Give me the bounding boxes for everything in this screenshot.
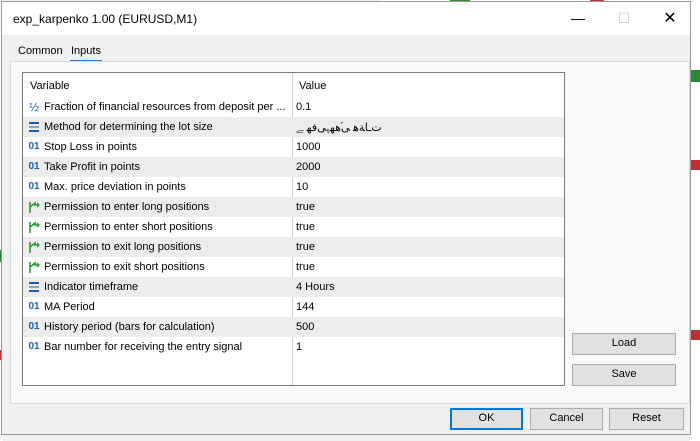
row-variable-name: Indicator timeframe [44, 281, 139, 293]
save-button[interactable]: Save [572, 364, 676, 386]
integer-icon: 01 [28, 321, 40, 332]
inputs-grid: Variable Value ½ Fraction of financial re… [22, 72, 565, 386]
row-variable-name: Bar number for receiving the entry signa… [44, 341, 243, 353]
tab-common[interactable]: Common [18, 45, 63, 57]
row-value[interactable]: 4 Hours [296, 281, 335, 293]
table-row[interactable]: 01 Bar number for receiving the entry sig… [23, 337, 564, 357]
enum-icon [27, 280, 41, 294]
table-row[interactable]: Permission to enter short positions true [23, 217, 564, 237]
row-variable-name: Stop Loss in points [44, 141, 137, 153]
table-row[interactable]: 01 Stop Loss in points 1000 [23, 137, 564, 157]
enum-icon [27, 120, 41, 134]
tab-inputs[interactable]: Inputs [70, 45, 102, 62]
row-variable-name: Fraction of financial resources from dep… [44, 101, 286, 113]
row-value[interactable]: 1 [296, 341, 302, 353]
row-variable-name: Permission to enter short positions [44, 221, 213, 233]
column-header-variable[interactable]: Variable [30, 80, 70, 92]
table-row[interactable]: Indicator timeframe 4 Hours [23, 277, 564, 297]
row-variable-name: History period (bars for calculation) [44, 321, 215, 333]
table-row[interactable]: 01 History period (bars for calculation) 5… [23, 317, 564, 337]
row-value[interactable]: 500 [296, 321, 314, 333]
table-row[interactable]: 01 Max. price deviation in points 10 [23, 177, 564, 197]
row-variable-name: Permission to enter long positions [44, 201, 210, 213]
table-row[interactable]: 01 Take Profit in points 2000 [23, 157, 564, 177]
row-value[interactable]: true [296, 241, 315, 253]
row-value[interactable]: 0.1 [296, 101, 311, 113]
row-value[interactable]: 1000 [296, 141, 320, 153]
row-value[interactable]: true [296, 201, 315, 213]
minimize-button[interactable]: — [555, 2, 601, 35]
title-bar[interactable]: exp_karpenko 1.00 (EURUSD,M1) — ☐ ✕ [2, 2, 690, 35]
boolean-icon [27, 240, 41, 254]
row-value[interactable]: true [296, 261, 315, 273]
table-row[interactable]: Permission to exit short positions true [23, 257, 564, 277]
row-variable-name: Max. price deviation in points [44, 181, 186, 193]
boolean-icon [27, 200, 41, 214]
row-variable-name: Method for determining the lot size [44, 121, 213, 133]
close-button[interactable]: ✕ [647, 2, 693, 35]
table-row[interactable]: Method for determining the lot size ﺕـاﺔﻫ… [23, 117, 564, 137]
row-value[interactable]: true [296, 221, 315, 233]
integer-icon: 01 [28, 181, 40, 192]
ok-button[interactable]: OK [450, 408, 523, 430]
background-chart-right [690, 0, 700, 441]
cancel-button[interactable]: Cancel [530, 408, 603, 430]
row-variable-name: Take Profit in points [44, 161, 140, 173]
load-button[interactable]: Load [572, 333, 676, 355]
tab-inputs-label: Inputs [71, 45, 101, 57]
table-row[interactable]: Permission to exit long positions true [23, 237, 564, 257]
table-row[interactable]: Permission to enter long positions true [23, 197, 564, 217]
row-variable-name: MA Period [44, 301, 95, 313]
window-title: exp_karpenko 1.00 (EURUSD,M1) [13, 12, 198, 26]
row-value[interactable]: 10 [296, 181, 308, 193]
table-row[interactable]: 01 MA Period 144 [23, 297, 564, 317]
column-header-value[interactable]: Value [299, 80, 326, 92]
table-row[interactable]: ½ Fraction of financial resources from de… [23, 97, 564, 117]
row-value[interactable]: 2000 [296, 161, 320, 173]
grid-header: Variable Value [23, 73, 564, 97]
reset-button[interactable]: Reset [609, 408, 684, 430]
fraction-icon: ½ [28, 100, 39, 114]
maximize-button[interactable]: ☐ [601, 2, 647, 35]
boolean-icon [27, 220, 41, 234]
row-value[interactable]: 144 [296, 301, 314, 313]
integer-icon: 01 [28, 341, 40, 352]
integer-icon: 01 [28, 141, 40, 152]
boolean-icon [27, 260, 41, 274]
row-variable-name: Permission to exit short positions [44, 261, 205, 273]
row-value[interactable]: ﺕـاﺔﻫ ﯽ֝ﻫﮭﮩﯽﻓﻬ ﮯ [296, 121, 382, 135]
integer-icon: 01 [28, 161, 40, 172]
integer-icon: 01 [28, 301, 40, 312]
row-variable-name: Permission to exit long positions [44, 241, 202, 253]
